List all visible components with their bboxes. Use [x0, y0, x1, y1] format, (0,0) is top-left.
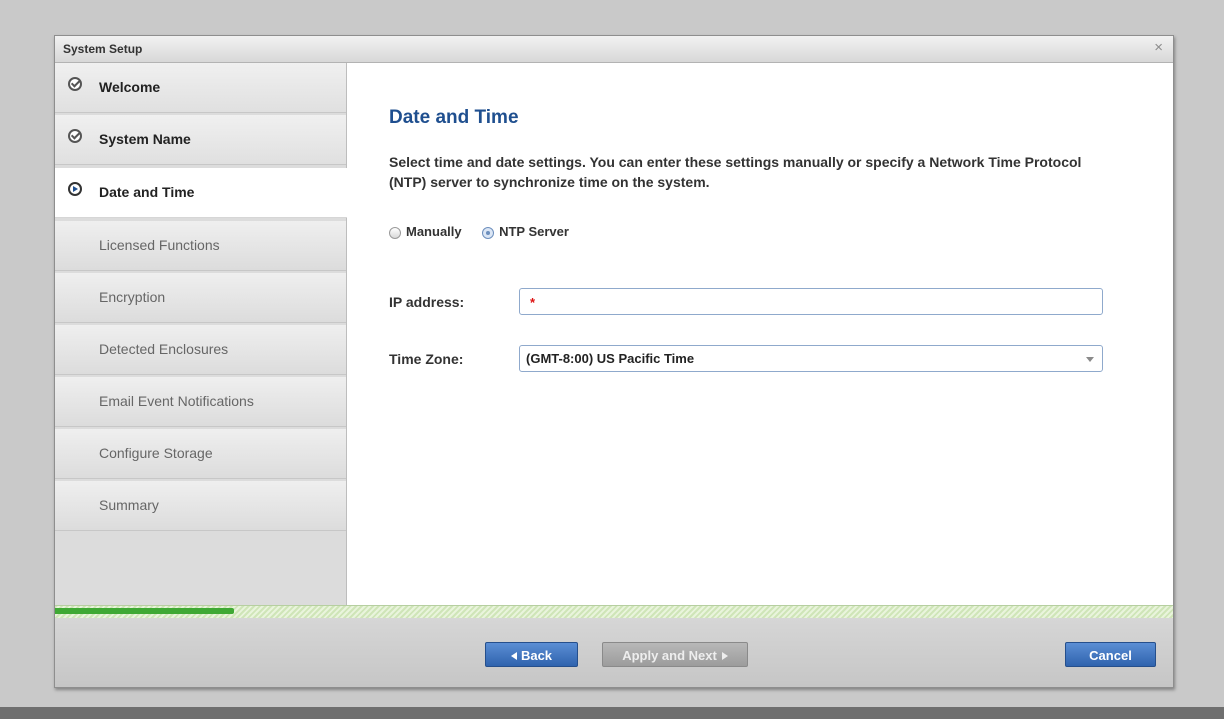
page-description: Select time and date settings. You can e…	[389, 154, 1082, 190]
step-system-name[interactable]: System Name	[55, 115, 346, 165]
step-label: Summary	[99, 497, 159, 513]
setup-progress-bar	[55, 605, 1173, 618]
back-button[interactable]: Back	[485, 642, 578, 667]
title-bar: System Setup ×	[55, 36, 1173, 63]
page-title: Date and Time	[389, 107, 519, 128]
desktop-bottom-band	[0, 707, 1224, 719]
step-licensed-functions[interactable]: Licensed Functions	[55, 221, 346, 271]
radio-label: NTP Server	[499, 224, 569, 240]
step-configure-storage[interactable]: Configure Storage	[55, 429, 346, 479]
step-encryption[interactable]: Encryption	[55, 273, 346, 323]
step-label: Date and Time	[99, 184, 195, 200]
dialog-footer: Back Apply and Next Cancel	[55, 618, 1173, 687]
main-content: Date and Time Select time and date setti…	[347, 63, 1173, 605]
time-zone-label: Time Zone:	[389, 351, 464, 367]
check-icon	[68, 77, 82, 91]
ntp-server-radio[interactable]: NTP Server	[482, 224, 569, 239]
arrow-right-icon	[721, 652, 728, 660]
apply-label: Apply and Next	[622, 648, 717, 663]
required-indicator: *	[530, 295, 536, 310]
radio-selected-icon	[482, 226, 495, 239]
steps-sidebar: Welcome System Name Date and Time Licens…	[55, 63, 347, 605]
step-label: Welcome	[99, 79, 161, 95]
step-label: Configure Storage	[99, 445, 213, 461]
arrow-right-icon	[68, 182, 82, 196]
window-title: System Setup	[63, 42, 143, 56]
time-zone-select[interactable]: (GMT-8:00) US Pacific Time	[519, 345, 1103, 372]
ip-address-input[interactable]	[519, 288, 1103, 315]
apply-and-next-button[interactable]: Apply and Next	[602, 642, 748, 667]
progress-fill	[55, 608, 234, 614]
step-label: Email Event Notifications	[99, 393, 254, 409]
ip-address-label: IP address:	[389, 294, 465, 310]
chevron-down-icon	[1086, 357, 1094, 362]
step-label: Detected Enclosures	[99, 341, 229, 357]
time-zone-value: (GMT-8:00) US Pacific Time	[526, 351, 695, 366]
back-label: Back	[520, 648, 553, 663]
manually-radio[interactable]: Manually	[389, 224, 462, 239]
step-welcome[interactable]: Welcome	[55, 63, 346, 113]
step-date-and-time[interactable]: Date and Time	[55, 168, 347, 218]
step-email-event-notifications[interactable]: Email Event Notifications	[55, 377, 346, 427]
time-mode-radio-group: Manually NTP Server	[389, 223, 585, 241]
cancel-label: Cancel	[1089, 648, 1132, 663]
step-label: Licensed Functions	[99, 237, 220, 253]
close-icon[interactable]: ×	[1154, 40, 1163, 56]
radio-label: Manually	[406, 224, 462, 240]
check-icon	[68, 129, 82, 143]
step-detected-enclosures[interactable]: Detected Enclosures	[55, 325, 346, 375]
cancel-button[interactable]: Cancel	[1065, 642, 1156, 667]
radio-unselected-icon	[389, 226, 401, 239]
step-label: Encryption	[99, 289, 166, 305]
system-setup-dialog: System Setup × Welcome System Name Date …	[54, 35, 1174, 688]
step-label: System Name	[99, 131, 191, 147]
arrow-left-icon	[510, 652, 517, 660]
step-summary[interactable]: Summary	[55, 481, 346, 531]
